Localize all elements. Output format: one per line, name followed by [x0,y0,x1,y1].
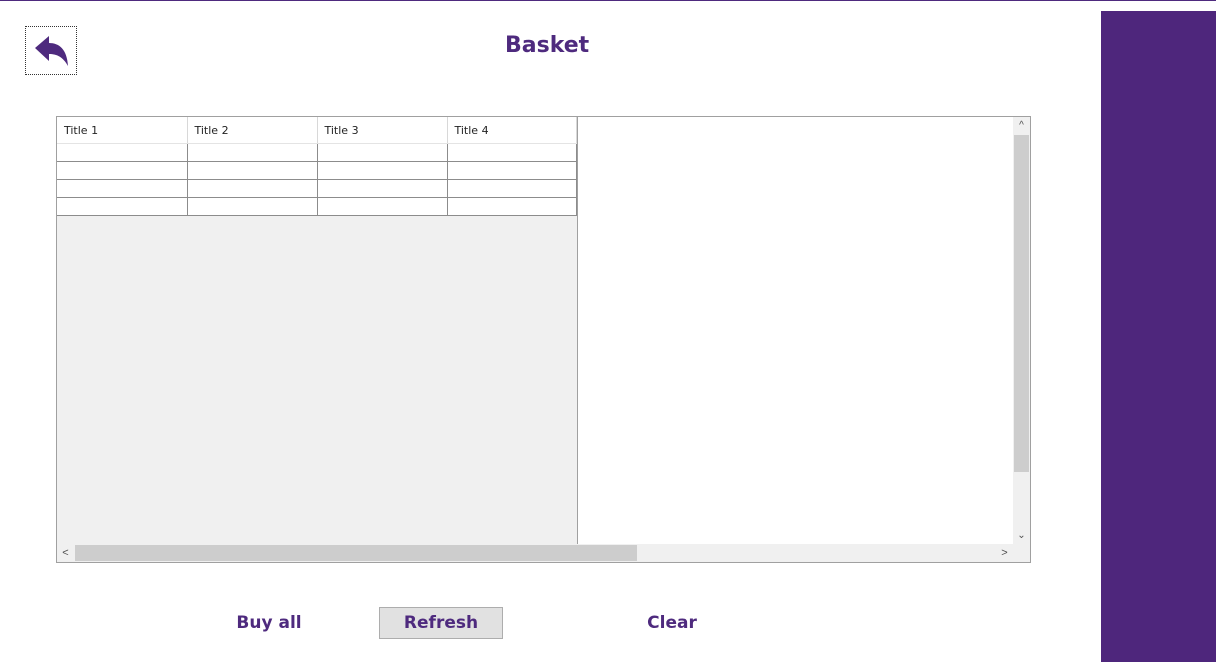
column-header[interactable]: Title 1 [57,117,188,144]
scrollbar-corner [1013,544,1030,562]
reply-arrow-icon [35,35,68,66]
vertical-scrollbar[interactable]: ^ ⌄ [1013,117,1030,544]
refresh-button[interactable]: Refresh [379,607,503,639]
horizontal-scrollbar[interactable]: < > [57,544,1030,562]
table-row[interactable] [57,179,577,198]
table-cell[interactable] [186,161,318,180]
table-cell[interactable] [186,143,318,162]
back-button[interactable] [25,26,77,75]
table-cell[interactable] [316,197,448,216]
table-cell[interactable] [316,143,448,162]
scroll-up-icon[interactable]: ^ [1013,117,1030,134]
table-cell[interactable] [186,179,318,198]
basket-table: Title 1 Title 2 Title 3 Title 4 [57,117,577,216]
horizontal-scroll-thumb[interactable] [75,545,637,561]
basket-window: Basket Title 1 Title 2 Title 3 Title 4 ^… [0,0,1216,662]
table-row[interactable] [57,161,577,180]
table-row[interactable] [57,197,577,216]
grid-data-area: Title 1 Title 2 Title 3 Title 4 [57,117,578,544]
table-cell[interactable] [446,161,577,180]
table-cell[interactable] [57,197,188,216]
side-panel [1101,11,1216,662]
column-header[interactable]: Title 4 [447,117,577,144]
table-cell[interactable] [57,143,188,162]
table-cell[interactable] [446,197,577,216]
column-header[interactable]: Title 3 [317,117,448,144]
buy-all-button[interactable]: Buy all [226,607,312,639]
table-cell[interactable] [316,179,448,198]
table-cell[interactable] [186,197,318,216]
table-row[interactable] [57,143,577,162]
scroll-left-icon[interactable]: < [57,544,74,562]
column-header[interactable]: Title 2 [187,117,318,144]
table-cell[interactable] [446,179,577,198]
table-header-row: Title 1 Title 2 Title 3 Title 4 [57,117,577,144]
table-cell[interactable] [446,143,577,162]
table-cell[interactable] [316,161,448,180]
clear-button[interactable]: Clear [636,607,708,639]
table-cell[interactable] [57,179,188,198]
scroll-down-icon[interactable]: ⌄ [1013,527,1030,544]
basket-grid[interactable]: Title 1 Title 2 Title 3 Title 4 ^ ⌄ < > [56,116,1031,563]
table-cell[interactable] [57,161,188,180]
vertical-scroll-thumb[interactable] [1014,135,1029,472]
scroll-right-icon[interactable]: > [996,544,1013,562]
page-title: Basket [505,33,590,58]
